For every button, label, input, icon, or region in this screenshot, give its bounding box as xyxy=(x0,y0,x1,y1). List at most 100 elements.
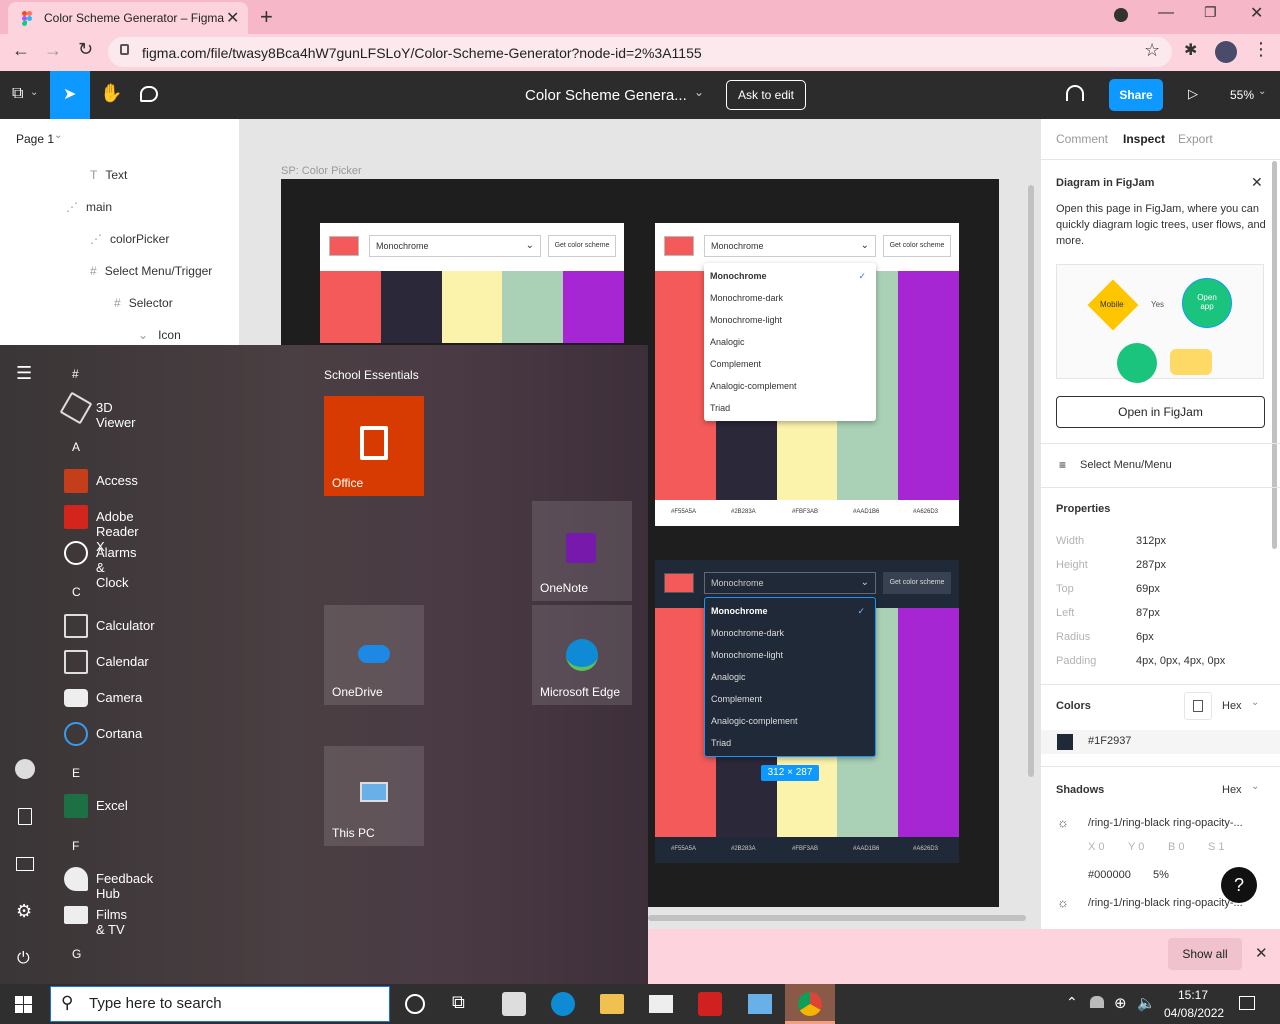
file-title[interactable]: Color Scheme Genera... xyxy=(525,87,687,104)
menu-option[interactable]: Monochrome-light xyxy=(704,309,876,331)
get-color-scheme-button[interactable]: Get color scheme xyxy=(883,235,951,257)
tile-office[interactable]: Office xyxy=(324,396,424,496)
tab-comment[interactable]: Comment xyxy=(1056,132,1108,146)
minimize-icon[interactable]: — xyxy=(1158,4,1174,22)
chevron-down-icon[interactable]: ⌄ xyxy=(1251,781,1259,792)
group-letter[interactable]: A xyxy=(72,440,80,454)
help-button[interactable]: ? xyxy=(1221,867,1257,903)
menu-option[interactable]: Monochrome-light xyxy=(705,644,875,666)
this-pc-taskbar-icon[interactable] xyxy=(748,994,772,1014)
canvas-vertical-scrollbar[interactable] xyxy=(1028,185,1034,777)
present-play-icon[interactable]: ▷ xyxy=(1188,86,1198,102)
move-tool-button[interactable]: ➤ xyxy=(50,71,90,119)
audio-headphones-icon[interactable] xyxy=(1066,85,1084,101)
menu-option[interactable]: Analogic-complement xyxy=(704,375,876,397)
hex-label[interactable]: #A626D3 xyxy=(913,509,938,515)
close-icon[interactable]: ✕ xyxy=(1255,944,1268,962)
back-icon[interactable]: ← xyxy=(12,40,30,61)
menu-option[interactable]: Monochrome-dark xyxy=(705,622,875,644)
clock-time[interactable]: 15:17 xyxy=(1178,988,1208,1002)
hex-label[interactable]: #A626D3 xyxy=(913,846,938,852)
windows-start-icon[interactable] xyxy=(15,996,32,1013)
cortana-circle-icon[interactable] xyxy=(405,994,425,1014)
ask-to-edit-button[interactable]: Ask to edit xyxy=(726,80,806,110)
menu-option[interactable]: Triad xyxy=(704,397,876,419)
tile-this-pc[interactable]: This PC xyxy=(324,746,424,846)
chevron-down-icon[interactable]: ⌄ xyxy=(1251,697,1259,708)
new-tab-icon[interactable]: + xyxy=(260,4,273,30)
seed-color-swatch[interactable] xyxy=(664,236,694,256)
page-chevron-icon[interactable]: ⌄ xyxy=(54,130,62,141)
tile-microsoft-edge[interactable]: Microsoft Edge xyxy=(532,605,632,705)
shadows-format-select[interactable]: Hex xyxy=(1222,784,1242,796)
get-color-scheme-button[interactable]: Get color scheme xyxy=(548,235,616,257)
shadow-name[interactable]: /ring-1/ring-black ring-opacity-... xyxy=(1088,897,1243,909)
tab-inspect[interactable]: Inspect xyxy=(1123,132,1165,146)
panel-scrollbar[interactable] xyxy=(1272,161,1277,549)
zoom-chevron-icon[interactable]: ⌄ xyxy=(1258,86,1266,97)
copy-icon[interactable] xyxy=(1184,692,1212,720)
frame-label[interactable]: SP: Color Picker xyxy=(281,165,362,177)
hex-label[interactable]: #AAD1B6 xyxy=(853,846,879,852)
hex-label[interactable]: #F55A5A xyxy=(671,509,696,515)
prop-value[interactable]: 6px xyxy=(1136,631,1154,643)
figma-menu-icon[interactable]: ⧉ xyxy=(12,85,23,103)
menu-option[interactable]: Monochrome-dark xyxy=(704,287,876,309)
browser-tab[interactable]: Color Scheme Generator – Figma ✕ xyxy=(8,2,248,34)
hex-label[interactable]: #F55A5A xyxy=(671,846,696,852)
menu-option[interactable]: Analogic-complement xyxy=(705,710,875,732)
hex-label[interactable]: #AAD1B6 xyxy=(853,509,879,515)
user-account-icon[interactable] xyxy=(15,759,35,779)
profile-avatar[interactable] xyxy=(1215,41,1237,63)
tile-onedrive[interactable]: OneDrive xyxy=(324,605,424,705)
color-format-select[interactable]: Hex xyxy=(1222,700,1242,712)
scheme-menu-dark[interactable]: Monochrome ✓ Monochrome-dark Monochrome-l… xyxy=(704,597,876,757)
color-card-light-open[interactable]: Monochrome ⌄ Get color scheme #F55A5A #2B… xyxy=(655,223,959,526)
menu-option[interactable]: Monochrome ✓ xyxy=(705,600,875,622)
close-icon[interactable]: ✕ xyxy=(1251,174,1263,191)
menu-option[interactable]: Complement xyxy=(704,353,876,375)
layer-text[interactable]: T Text xyxy=(90,165,127,185)
tab-close-icon[interactable]: ✕ xyxy=(226,8,239,28)
shadow-color[interactable]: #000000 xyxy=(1088,869,1131,881)
chrome-taskbar-button[interactable] xyxy=(785,984,835,1024)
scheme-select[interactable]: Monochrome ⌄ xyxy=(704,572,876,594)
store-icon[interactable] xyxy=(502,992,526,1016)
color-card-default[interactable]: Monochrome ⌄ Get color scheme xyxy=(320,223,624,343)
edge-taskbar-icon[interactable] xyxy=(551,992,575,1016)
open-in-figjam-button[interactable]: Open in FigJam xyxy=(1056,396,1265,428)
restore-icon[interactable]: ❐ xyxy=(1204,4,1217,21)
scheme-select[interactable]: Monochrome ⌄ xyxy=(704,235,876,257)
layer-icon[interactable]: ⌄ Icon xyxy=(138,325,181,345)
menu-option[interactable]: Analogic xyxy=(705,666,875,688)
extensions-icon[interactable]: ✱ xyxy=(1184,40,1197,60)
tab-export[interactable]: Export xyxy=(1178,132,1213,146)
prop-value[interactable]: 287px xyxy=(1136,559,1166,571)
group-letter[interactable]: C xyxy=(72,585,81,599)
zoom-level[interactable]: 55% xyxy=(1230,88,1254,102)
forward-icon[interactable]: → xyxy=(44,40,62,61)
comment-tool-icon[interactable] xyxy=(140,86,158,102)
tile-onenote[interactable]: OneNote xyxy=(532,501,632,601)
seed-color-swatch[interactable] xyxy=(664,573,694,593)
file-explorer-icon[interactable] xyxy=(600,994,624,1014)
layer-main[interactable]: ⋰ main xyxy=(66,197,112,217)
onedrive-error-icon[interactable] xyxy=(1090,996,1104,1008)
color-row[interactable]: #1F2937 xyxy=(1041,730,1280,754)
prop-value[interactable]: 4px, 0px, 4px, 0px xyxy=(1136,655,1225,667)
documents-icon[interactable] xyxy=(18,808,32,825)
settings-gear-icon[interactable]: ⚙ xyxy=(16,901,32,922)
menu-option[interactable]: Monochrome ✓ xyxy=(704,265,876,287)
show-all-button[interactable]: Show all xyxy=(1168,938,1242,970)
mail-icon[interactable] xyxy=(649,995,673,1013)
browser-menu-icon[interactable]: ⋮ xyxy=(1252,39,1270,60)
page-selector[interactable]: Page 1 xyxy=(16,132,54,146)
prop-value[interactable]: 69px xyxy=(1136,583,1160,595)
tab-search-icon[interactable] xyxy=(1114,8,1128,22)
get-color-scheme-button[interactable]: Get color scheme xyxy=(883,572,951,594)
share-button[interactable]: Share xyxy=(1109,79,1163,111)
power-icon[interactable]: ⏻ xyxy=(17,950,30,968)
layer-selector[interactable]: # Selector xyxy=(114,293,173,313)
group-letter[interactable]: # xyxy=(72,367,79,381)
hex-label[interactable]: #2B283A xyxy=(731,846,756,852)
